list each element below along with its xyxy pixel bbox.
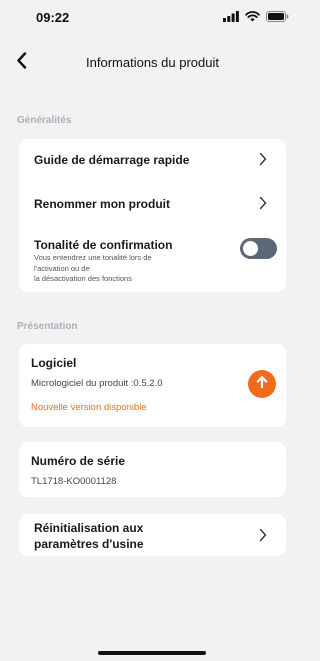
rename-label: Renommer mon produit: [34, 197, 171, 211]
software-label: Logiciel: [31, 356, 77, 370]
toggle-knob: [243, 241, 258, 256]
section-header-general: Généralités: [17, 115, 72, 126]
confirmation-tone-label: Tonalité de confirmation: [34, 238, 173, 252]
chevron-right-icon: [258, 528, 268, 542]
firmware-update-button[interactable]: [248, 370, 276, 398]
quick-start-label: Guide de démarrage rapide: [34, 153, 190, 167]
factory-reset-row[interactable]: Réinitialisation aux paramètres d'usine: [19, 514, 286, 556]
arrow-up-icon: [255, 375, 269, 394]
signal-icon: [223, 11, 239, 22]
serial-label: Numéro de série: [31, 454, 126, 468]
wifi-icon: [245, 11, 260, 22]
confirmation-tone-toggle[interactable]: [240, 238, 277, 259]
serial-card: Numéro de série TL1718-KO0001128: [19, 442, 286, 497]
rename-row[interactable]: Renommer mon produit: [19, 183, 286, 225]
quick-start-row[interactable]: Guide de démarrage rapide: [19, 139, 286, 181]
status-bar: 09:22: [0, 0, 305, 36]
nav-bar: Informations du produit: [0, 46, 305, 80]
chevron-right-icon: [258, 152, 268, 166]
status-time: 09:22: [36, 10, 70, 25]
confirmation-tone-description: Vous entendrez une tonalité lors de l'ac…: [34, 253, 152, 283]
firmware-version: Micrologiciel du produit :0.5.2.0: [31, 378, 163, 389]
page-title: Informations du produit: [86, 55, 219, 70]
section-header-presentation: Présentation: [17, 321, 78, 332]
confirmation-tone-row: Tonalité de confirmation Vous entendrez …: [19, 231, 286, 291]
status-icons: [223, 11, 289, 22]
general-card: Guide de démarrage rapide Renommer mon p…: [19, 139, 286, 292]
update-available-link[interactable]: Nouvelle version disponible: [31, 402, 147, 413]
factory-reset-label: Réinitialisation aux paramètres d'usine: [34, 521, 144, 551]
home-indicator: [98, 651, 206, 655]
battery-icon: [266, 11, 289, 22]
serial-value: TL1718-KO0001128: [31, 476, 117, 487]
software-card: Logiciel Micrologiciel du produit :0.5.2…: [19, 344, 286, 427]
chevron-right-icon: [258, 196, 268, 210]
